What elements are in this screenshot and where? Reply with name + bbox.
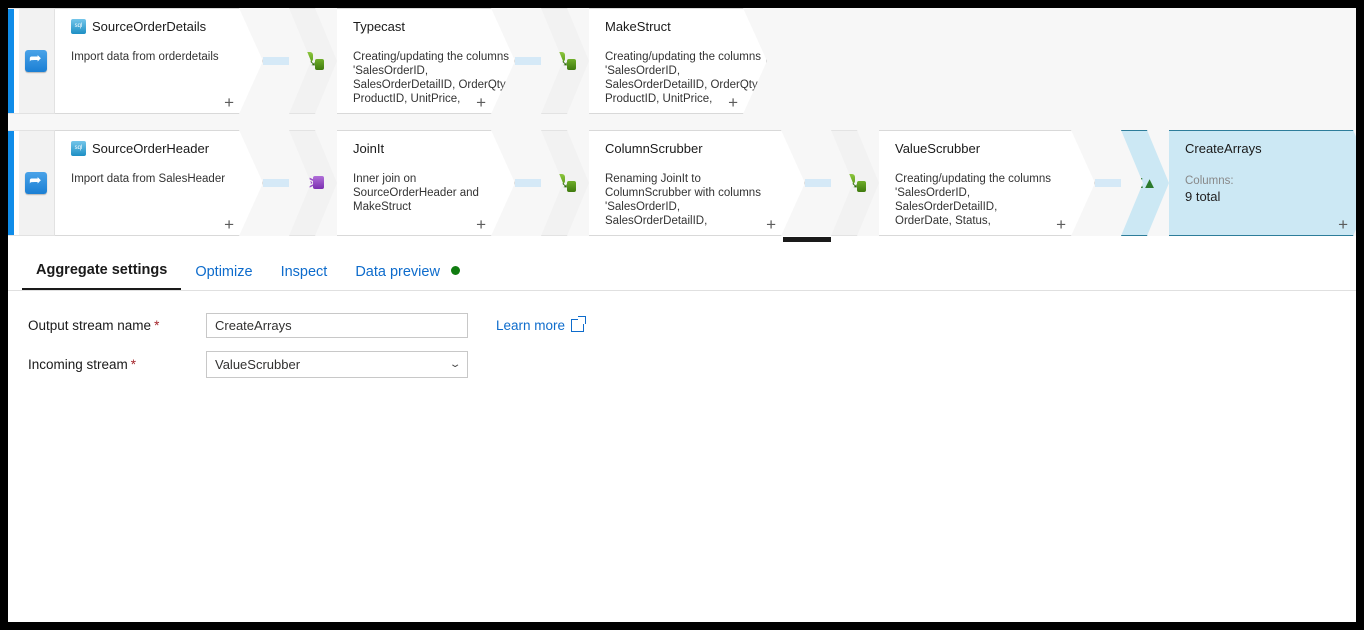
connector-line <box>515 8 541 114</box>
node-description: Creating/updating the columns 'SalesOrde… <box>895 173 1051 227</box>
connector-line <box>1095 130 1121 236</box>
node-columns-label: Columns: <box>1185 175 1234 187</box>
add-transform-button[interactable]: + <box>476 216 486 233</box>
connector-line <box>805 130 831 236</box>
derived-column-icon: ➘ <box>302 52 324 70</box>
add-transform-button[interactable]: + <box>1056 216 1066 233</box>
tab-label: Optimize <box>195 264 253 280</box>
flow-row-1: sql SourceOrderDetails Import data from … <box>8 8 767 114</box>
node-title: ColumnScrubber <box>605 141 703 156</box>
node-columns-value: 9 total <box>1185 189 1221 204</box>
node-description: Creating/updating the columns 'SalesOrde… <box>605 51 761 105</box>
incoming-stream-select[interactable]: ValueScrubber ⌄ <box>206 351 468 378</box>
output-stream-name-row: Output stream name* Learn more <box>28 313 587 338</box>
node-title-row: JoinIt <box>353 141 502 156</box>
tab-label: Inspect <box>280 264 328 280</box>
label-text: Output stream name <box>28 318 152 333</box>
tab-optimize[interactable]: Optimize <box>181 264 266 290</box>
transform-gutter-joinit[interactable]: ≫ <box>289 130 337 236</box>
data-flow-canvas[interactable]: sql SourceOrderDetails Import data from … <box>8 8 1356 240</box>
node-title: Typecast <box>353 19 406 34</box>
connector-line <box>263 8 289 114</box>
incoming-stream-value: ValueScrubber <box>215 357 301 372</box>
derived-column-icon: ➘ <box>554 174 576 192</box>
node-makestruct[interactable]: MakeStruct Creating/updating the columns… <box>589 8 767 114</box>
node-title-row: sql SourceOrderHeader <box>71 141 250 156</box>
connector-line <box>515 130 541 236</box>
label-text: Incoming stream <box>28 357 128 372</box>
required-marker: * <box>130 357 137 372</box>
node-description: Import data from orderdetails <box>71 51 219 63</box>
status-dot-icon <box>450 266 460 275</box>
derived-column-icon: ➘ <box>554 52 576 70</box>
scrollbar-thumb[interactable] <box>783 237 831 242</box>
node-title: ValueScrubber <box>895 141 981 156</box>
node-valuescrubber[interactable]: ValueScrubber Creating/updating the colu… <box>879 130 1095 236</box>
source-stream-bar-orderheader[interactable] <box>8 130 55 236</box>
node-title-row: Typecast <box>353 19 502 34</box>
transform-gutter-createarrays[interactable]: Σ▲ <box>1121 130 1169 236</box>
node-title-row: ValueScrubber <box>895 141 1082 156</box>
chevron-down-icon: ⌄ <box>448 359 462 370</box>
node-description: Renaming JoinIt to ColumnScrubber with c… <box>605 173 761 227</box>
learn-more-link[interactable]: Learn more <box>496 316 587 333</box>
node-columnscrubber[interactable]: ColumnScrubber Renaming JoinIt to Column… <box>589 130 805 236</box>
add-transform-button[interactable]: + <box>224 216 234 233</box>
sql-database-icon: sql <box>71 141 86 156</box>
add-transform-button[interactable]: + <box>476 94 486 111</box>
incoming-stream-row: Incoming stream * ValueScrubber ⌄ <box>28 351 468 378</box>
tab-label: Aggregate settings <box>36 262 168 278</box>
add-transform-button[interactable]: + <box>728 94 738 111</box>
node-joinit[interactable]: JoinIt Inner join on SourceOrderHeader a… <box>337 130 515 236</box>
source-arrow-icon <box>25 48 47 72</box>
node-title: SourceOrderHeader <box>92 141 210 156</box>
node-createarrays-selected[interactable]: CreateArrays Columns: 9 total + <box>1169 130 1356 236</box>
aggregate-icon: Σ▲ <box>1134 174 1156 192</box>
node-title: CreateArrays <box>1185 141 1262 156</box>
node-source-order-details[interactable]: sql SourceOrderDetails Import data from … <box>55 8 263 114</box>
node-source-order-header[interactable]: sql SourceOrderHeader Import data from S… <box>55 130 263 236</box>
node-typecast[interactable]: Typecast Creating/updating the columns '… <box>337 8 515 114</box>
external-link-icon <box>571 316 587 332</box>
required-marker: * <box>154 318 160 333</box>
node-title-row: CreateArrays <box>1185 141 1356 156</box>
data-flow-designer: sql SourceOrderDetails Import data from … <box>8 8 1356 622</box>
tab-inspect[interactable]: Inspect <box>267 264 342 290</box>
derived-column-icon: ➘ <box>844 174 866 192</box>
transform-gutter-typecast[interactable]: ➘ <box>289 8 337 114</box>
node-description: Creating/updating the columns 'SalesOrde… <box>353 51 509 105</box>
flow-row-2: sql SourceOrderHeader Import data from S… <box>8 130 1356 236</box>
connector-line <box>263 130 289 236</box>
tab-data-preview[interactable]: Data preview <box>341 264 474 290</box>
node-title: MakeStruct <box>605 19 671 34</box>
node-title: JoinIt <box>353 141 385 156</box>
learn-more-label: Learn more <box>496 318 566 333</box>
node-title-row: MakeStruct <box>605 19 754 34</box>
source-stream-bar-orderdetails[interactable] <box>8 8 55 114</box>
node-title-row: ColumnScrubber <box>605 141 792 156</box>
node-title-row: sql SourceOrderDetails <box>71 19 250 34</box>
add-transform-button[interactable]: + <box>766 216 776 233</box>
add-transform-button[interactable]: + <box>1338 216 1348 233</box>
transform-gutter-makestruct[interactable]: ➘ <box>541 8 589 114</box>
node-description: Import data from SalesHeader <box>71 173 226 185</box>
settings-tab-bar: Aggregate settings Optimize Inspect Data… <box>8 247 1356 291</box>
sql-database-icon: sql <box>71 19 86 34</box>
join-icon: ≫ <box>302 173 324 193</box>
node-description: Inner join on SourceOrderHeader and Make… <box>353 173 479 213</box>
output-stream-name-input[interactable] <box>206 313 468 338</box>
add-transform-button[interactable]: + <box>224 94 234 111</box>
output-stream-name-label: Output stream name * <box>28 318 206 333</box>
incoming-stream-label: Incoming stream * <box>28 357 206 372</box>
tab-label: Data preview <box>355 264 440 280</box>
tab-aggregate-settings[interactable]: Aggregate settings <box>22 262 182 290</box>
transform-gutter-valuescrubber[interactable]: ➘ <box>831 130 879 236</box>
node-title: SourceOrderDetails <box>92 19 207 34</box>
aggregate-settings-panel: Output stream name* Learn more Incoming … <box>8 291 1356 622</box>
source-arrow-icon <box>25 170 47 194</box>
canvas-horizontal-scrollbar[interactable] <box>8 236 1356 244</box>
transform-gutter-columnscrubber[interactable]: ➘ <box>541 130 589 236</box>
